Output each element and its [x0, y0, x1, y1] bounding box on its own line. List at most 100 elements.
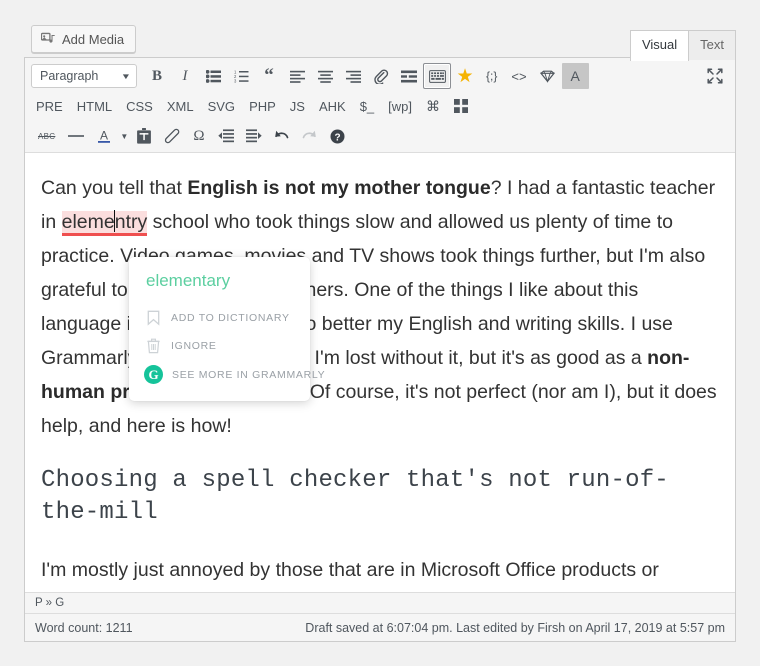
editor-mode-tabs: Visual Text	[629, 30, 736, 61]
read-more-icon	[401, 70, 417, 83]
add-media-label: Add Media	[62, 31, 125, 47]
chevron-down-icon: ▼	[120, 131, 129, 141]
svg-text:?: ?	[334, 132, 340, 143]
gem-icon	[540, 70, 556, 83]
html-label: HTML	[76, 98, 113, 114]
insert-link-button[interactable]	[367, 63, 395, 89]
text-color-button[interactable]: A	[90, 123, 118, 149]
tab-text[interactable]: Text	[688, 30, 736, 60]
svg-text:A: A	[100, 129, 108, 143]
misspelled-word[interactable]: elementry	[61, 210, 148, 236]
quote-glyph: “	[264, 65, 274, 87]
help-button[interactable]: ?	[324, 123, 352, 149]
word-count: Word count: 1211	[35, 620, 133, 635]
horizontal-rule-button[interactable]	[62, 123, 90, 149]
redo-icon	[301, 129, 318, 144]
italic-label: I	[182, 67, 188, 84]
undo-icon	[273, 129, 290, 144]
A-underline-icon: A	[96, 128, 112, 144]
element-path-text: P » G	[35, 597, 65, 609]
grid-icon	[454, 99, 469, 113]
js-button[interactable]: JS	[283, 93, 312, 119]
css-button[interactable]: CSS	[119, 93, 160, 119]
italic-button[interactable]: I	[171, 63, 199, 89]
bulleted-list-button[interactable]	[199, 63, 227, 89]
align-left-icon	[289, 70, 305, 83]
grid-blocks-button[interactable]	[447, 93, 475, 119]
keyboard-icon	[428, 69, 446, 83]
blockquote-button[interactable]: “	[255, 63, 283, 89]
omega-glyph: Ω	[193, 127, 205, 144]
bookmark-icon	[144, 309, 162, 327]
paste-as-text-button[interactable]	[130, 123, 158, 149]
ahk-button[interactable]: AHK	[312, 93, 353, 119]
see-more-in-grammarly-item[interactable]: G SEE MORE IN GRAMMARLY	[129, 360, 325, 389]
gem-button[interactable]	[534, 63, 562, 89]
p1-before: Can you tell that	[41, 177, 188, 199]
numbered-list-button[interactable]: 1 2 3	[227, 63, 255, 89]
keyboard-shortcuts-button[interactable]	[423, 63, 451, 89]
redo-button[interactable]	[296, 123, 324, 149]
svg-button[interactable]: SVG	[201, 93, 242, 119]
pre-button[interactable]: PRE	[31, 93, 70, 119]
media-buttons-bar: Add Media	[31, 25, 137, 53]
php-button[interactable]: PHP	[242, 93, 283, 119]
decrease-indent-button[interactable]	[212, 123, 240, 149]
media-stack-icon	[41, 32, 56, 47]
align-right-button[interactable]	[339, 63, 367, 89]
help-icon: ?	[330, 129, 345, 144]
fullscreen-icon	[707, 68, 723, 84]
document-heading: Choosing a spell checker that's not run-…	[41, 467, 669, 526]
add-to-dictionary-item[interactable]: ADD TO DICTIONARY	[129, 304, 310, 332]
trash-icon	[144, 337, 162, 355]
undo-button[interactable]	[268, 123, 296, 149]
editor-panel: Paragraph ▼ B I 1 2 3 “ ★ {;} <> A PRE H…	[24, 57, 736, 642]
bold-label: B	[151, 67, 162, 84]
add-media-button[interactable]: Add Media	[31, 25, 137, 53]
increase-indent-button[interactable]	[240, 123, 268, 149]
toolbar-row-2: PRE HTML CSS XML SVG PHP JS AHK $_ [wp] …	[25, 92, 735, 120]
fullscreen-button[interactable]	[701, 63, 729, 89]
wp-button[interactable]: [wp]	[381, 93, 419, 119]
see-more-in-grammarly-label: SEE MORE IN GRAMMARLY	[172, 368, 326, 381]
tab-visual[interactable]: Visual	[629, 30, 690, 61]
editor-toolbar: Paragraph ▼ B I 1 2 3 “ ★ {;} <> A PRE H…	[25, 58, 735, 153]
command-icon: ⌘	[426, 97, 441, 114]
format-select[interactable]: Paragraph ▼	[31, 64, 137, 88]
php-label: PHP	[249, 98, 276, 114]
element-path-bar: P » G	[25, 592, 735, 613]
command-button[interactable]: ⌘	[419, 93, 447, 119]
shortcode-button[interactable]: {;}	[479, 63, 504, 89]
code-button[interactable]: <>	[504, 63, 533, 89]
align-center-button[interactable]	[311, 63, 339, 89]
text-tool-button[interactable]: A	[561, 63, 589, 89]
clear-formatting-button[interactable]	[158, 123, 186, 149]
grammarly-suggestion[interactable]: elementary	[129, 271, 310, 291]
star-icon: ★	[456, 65, 474, 87]
shell-button[interactable]: $_	[353, 93, 381, 119]
editor-content-area[interactable]: Can you tell that English is not my moth…	[25, 153, 735, 592]
ignore-item[interactable]: IGNORE	[129, 332, 310, 360]
bold-button[interactable]: B	[143, 63, 171, 89]
insert-read-more-button[interactable]	[395, 63, 423, 89]
html-button[interactable]: HTML	[70, 93, 119, 119]
strikethrough-button[interactable]: ABC	[31, 123, 62, 149]
misspelled-part-b: ntry	[114, 211, 148, 233]
toolbar-row-1: Paragraph ▼ B I 1 2 3 “ ★ {;} <> A	[25, 58, 735, 92]
text-color-caret[interactable]: ▼	[118, 132, 130, 141]
text-tool-label: A	[570, 68, 580, 84]
draft-saved-status: Draft saved at 6:07:04 pm. Last edited b…	[305, 620, 725, 635]
pre-label: PRE	[36, 98, 63, 114]
align-left-button[interactable]	[283, 63, 311, 89]
clipboard-icon	[137, 128, 152, 144]
svg-text:3: 3	[234, 78, 237, 82]
align-center-icon	[317, 70, 333, 83]
indent-icon	[245, 129, 262, 143]
outdent-icon	[217, 129, 234, 143]
ul-icon	[205, 69, 221, 83]
special-character-button[interactable]: Ω	[186, 123, 211, 149]
favorite-button[interactable]: ★	[451, 63, 479, 89]
editor-status-bar: Word count: 1211 Draft saved at 6:07:04 …	[25, 613, 735, 641]
grammarly-suggestion-popup: elementary ADD TO DICTIONARY IGNORE G SE…	[129, 257, 325, 401]
xml-button[interactable]: XML	[160, 93, 201, 119]
